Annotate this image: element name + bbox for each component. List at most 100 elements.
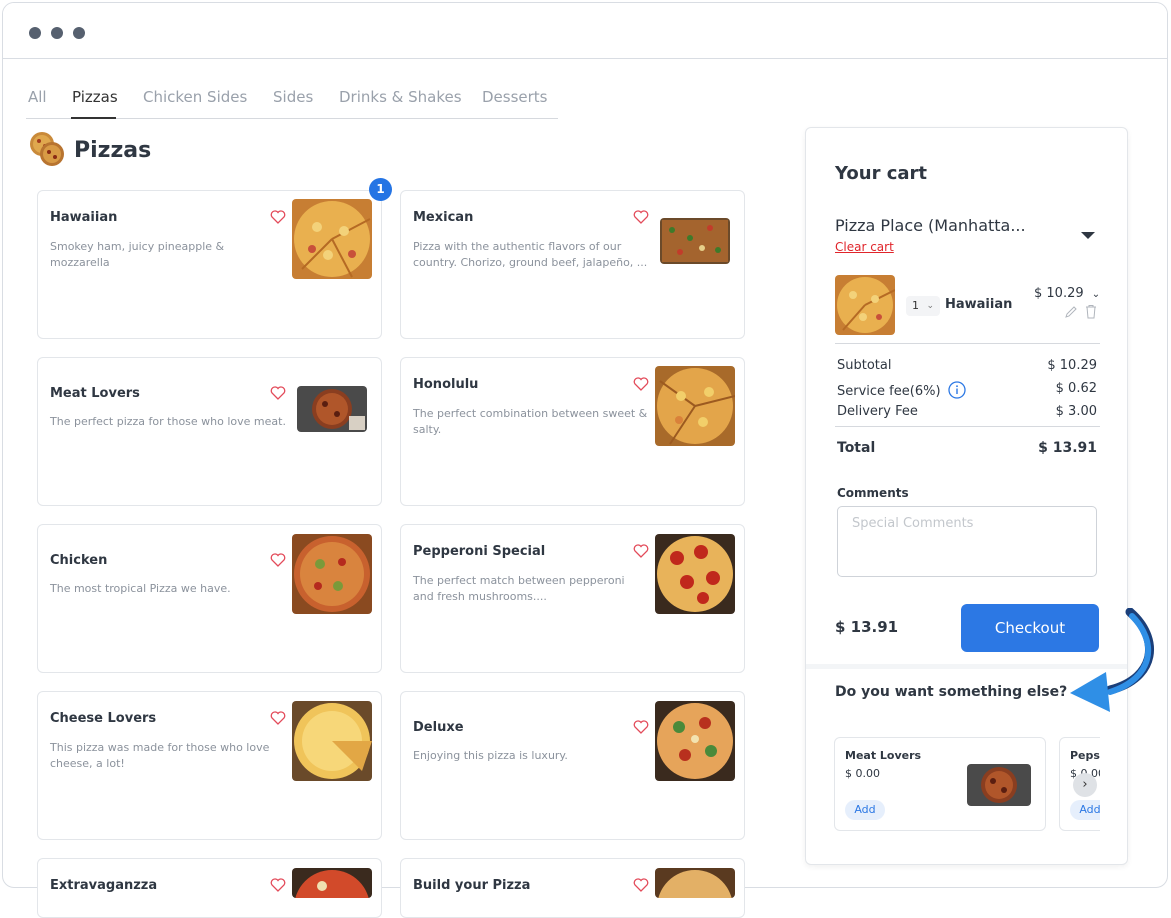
upsell-title: Do you want something else? [835, 684, 1068, 700]
product-description: Pizza with the authentic flavors of our … [413, 240, 648, 269]
upsell-item-price: $ 0.00 [845, 767, 880, 780]
pencil-icon[interactable] [1064, 305, 1078, 319]
title-bar [3, 3, 1167, 59]
upsell-carousel: Meat Lovers $ 0.00 Add Pepsi $ 0.00 Add … [834, 737, 1100, 833]
add-button[interactable]: Add [845, 800, 885, 820]
tab-drinks-shakes[interactable]: Drinks & Shakes [339, 88, 462, 106]
product-card-honolulu[interactable]: Honolulu The perfect combination between… [400, 357, 745, 506]
product-name: Honolulu [413, 377, 479, 392]
delivery-fee-value: $ 3.00 [1055, 404, 1097, 419]
product-name: Meat Lovers [50, 386, 140, 401]
product-image [655, 366, 735, 446]
total-label: Total [837, 440, 876, 456]
heart-icon[interactable] [270, 385, 286, 401]
tab-desserts[interactable]: Desserts [482, 88, 548, 106]
product-card-cheese-lovers[interactable]: Cheese Lovers This pizza was made for th… [37, 691, 382, 840]
window-control-dot[interactable] [29, 27, 41, 39]
product-name: Deluxe [413, 720, 464, 735]
product-card-hawaiian[interactable]: Hawaiian Smokey ham, juicy pineapple & m… [37, 190, 382, 339]
cart-item-image [835, 275, 895, 335]
cart-item-price[interactable]: $ 10.29 ⌄ [1034, 286, 1100, 301]
product-card-chicken[interactable]: Chicken The most tropical Pizza we have. [37, 524, 382, 673]
product-card-mexican[interactable]: Mexican Pizza with the authentic flavors… [400, 190, 745, 339]
divider [835, 426, 1100, 427]
heart-icon[interactable] [270, 710, 286, 726]
tab-all[interactable]: All [28, 88, 47, 106]
heart-icon[interactable] [633, 376, 649, 392]
tab-pizzas[interactable]: Pizzas [72, 88, 118, 106]
product-image [292, 199, 372, 279]
product-card-pepperoni-special[interactable]: Pepperoni Special The perfect match betw… [400, 524, 745, 673]
upsell-card[interactable]: Meat Lovers $ 0.00 Add [834, 737, 1046, 831]
window-control-dot[interactable] [51, 27, 63, 39]
cart-title: Your cart [835, 163, 928, 184]
delivery-fee-label: Delivery Fee [837, 404, 918, 419]
service-fee-text: Service fee(6%) [837, 384, 941, 399]
product-name: Cheese Lovers [50, 711, 157, 726]
product-card-extravaganzza[interactable]: Extravaganzza [37, 858, 382, 918]
product-image [655, 534, 735, 614]
add-button[interactable]: Add [1070, 800, 1100, 820]
product-name: Pepperoni Special [413, 544, 546, 559]
chevron-right-icon[interactable]: › [1073, 773, 1097, 797]
product-image [292, 534, 372, 614]
product-name: Chicken [50, 553, 108, 568]
heart-icon[interactable] [633, 719, 649, 735]
product-description: The perfect match between pepperoni and … [413, 574, 625, 603]
upsell-item-name: Meat Lovers [845, 749, 922, 762]
curved-arrow-icon [1070, 608, 1155, 712]
product-image [292, 701, 372, 781]
product-name: Mexican [413, 210, 474, 225]
cart-panel: Your cart Pizza Place (Manhatta... Clear… [805, 127, 1128, 865]
total-value: $ 13.91 [1038, 440, 1097, 456]
heart-icon[interactable] [633, 543, 649, 559]
tab-sides[interactable]: Sides [273, 88, 313, 106]
active-tab-indicator [71, 117, 116, 119]
upsell-item-image [967, 764, 1031, 806]
product-card-build-your-pizza[interactable]: Build your Pizza [400, 858, 745, 918]
chevron-down-icon[interactable] [1081, 232, 1095, 239]
tab-chicken-sides[interactable]: Chicken Sides [143, 88, 247, 106]
product-description: This pizza was made for those who love c… [50, 741, 270, 770]
product-name: Hawaiian [50, 210, 118, 225]
price-value: $ 10.29 [1034, 286, 1084, 301]
subtotal-value: $ 10.29 [1047, 358, 1097, 373]
product-image [655, 868, 735, 898]
section-title: Pizzas [74, 138, 152, 163]
product-description: The most tropical Pizza we have. [50, 582, 231, 595]
product-image [655, 701, 735, 781]
product-description: The perfect pizza for those who love mea… [50, 415, 286, 428]
heart-icon[interactable] [633, 209, 649, 225]
pizza-category-icon [30, 132, 64, 166]
info-icon[interactable] [948, 381, 966, 399]
subtotal-label: Subtotal [837, 358, 892, 373]
chevron-down-icon: ⌄ [926, 301, 934, 311]
footer-total: $ 13.91 [835, 618, 899, 636]
cart-count-badge: 1 [369, 178, 392, 201]
comments-textarea[interactable]: Special Comments [837, 506, 1097, 577]
category-tabs: All Pizzas Chicken Sides Sides Drinks & … [26, 84, 558, 119]
product-image [660, 218, 730, 264]
product-description: Enjoying this pizza is luxury. [413, 749, 568, 762]
product-image [297, 386, 367, 432]
quantity-value: 1 [912, 299, 919, 312]
cart-item-name: Hawaiian [945, 297, 1013, 312]
product-description: Smokey ham, juicy pineapple & mozzarella [50, 240, 225, 269]
heart-icon[interactable] [270, 552, 286, 568]
product-description: The perfect combination between sweet & … [413, 407, 648, 436]
quantity-select[interactable]: 1 ⌄ [906, 296, 940, 316]
product-card-meat-lovers[interactable]: Meat Lovers The perfect pizza for those … [37, 357, 382, 506]
service-fee-label: Service fee(6%) [837, 381, 966, 399]
service-fee-value: $ 0.62 [1055, 381, 1097, 396]
restaurant-name: Pizza Place (Manhatta... [835, 216, 1026, 235]
product-card-deluxe[interactable]: Deluxe Enjoying this pizza is luxury. [400, 691, 745, 840]
window-control-dot[interactable] [73, 27, 85, 39]
upsell-item-name: Pepsi [1070, 749, 1100, 762]
trash-icon[interactable] [1084, 304, 1098, 319]
heart-icon[interactable] [270, 209, 286, 225]
product-image [292, 868, 372, 898]
divider [835, 343, 1100, 344]
chevron-down-icon: ⌄ [1091, 289, 1101, 300]
comments-label: Comments [837, 486, 909, 500]
clear-cart-link[interactable]: Clear cart [835, 240, 894, 254]
